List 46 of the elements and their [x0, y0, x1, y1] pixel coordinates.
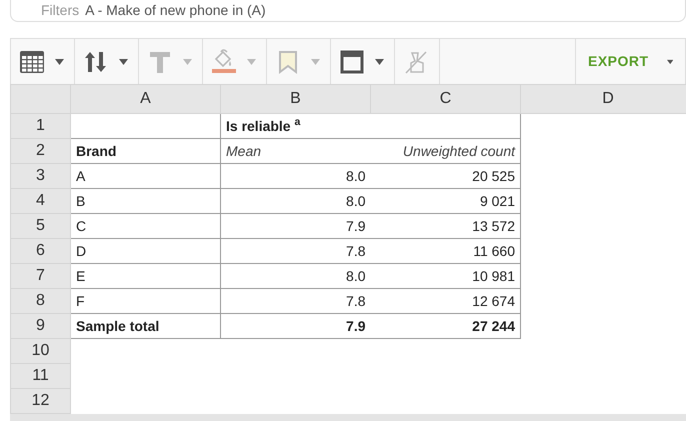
table-cell: A	[70, 164, 220, 188]
column-header[interactable]: A	[70, 84, 220, 114]
table-cell: Brand	[70, 138, 220, 164]
table-cell: 12 674	[370, 288, 520, 314]
column-header[interactable]: D	[520, 84, 686, 114]
fill-color-icon	[211, 48, 237, 74]
table-icon	[19, 48, 45, 74]
caret-icon	[183, 58, 192, 64]
row-number[interactable]: 12	[10, 388, 70, 414]
row-number[interactable]: 11	[10, 364, 70, 388]
caret-icon	[666, 58, 673, 64]
table-cell: 9 021	[370, 188, 520, 214]
column-header[interactable]: B	[220, 84, 370, 114]
table-cell: Unweighted count	[370, 138, 520, 164]
table-cell: E	[70, 264, 220, 288]
caret-icon	[375, 58, 384, 64]
table-cell: 20 525	[370, 164, 520, 188]
border-icon	[339, 48, 365, 74]
row-number[interactable]: 2	[10, 138, 70, 164]
table-cell: Sample total	[70, 314, 220, 338]
table-cell: 27 244	[370, 314, 520, 338]
table-cell: 13 572	[370, 214, 520, 238]
table-cell: 10 981	[370, 264, 520, 288]
caret-icon	[119, 58, 128, 64]
row-number[interactable]: 7	[10, 264, 70, 288]
row-number[interactable]: 9	[10, 314, 70, 338]
table-title: Is reliable $^{a}$	[220, 114, 520, 138]
row-number[interactable]: 8	[10, 288, 70, 314]
caret-icon	[55, 58, 64, 64]
row-number[interactable]: 6	[10, 238, 70, 264]
row-number[interactable]: 1	[10, 114, 70, 138]
row-number[interactable]: 3	[10, 164, 70, 188]
clear-format-icon	[403, 48, 429, 74]
table-cell: B	[70, 188, 220, 214]
row-number[interactable]: 5	[10, 214, 70, 238]
table-cell: F	[70, 288, 220, 314]
caret-icon	[247, 58, 256, 64]
table-cell: D	[70, 238, 220, 264]
caret-icon	[311, 58, 320, 64]
row-number[interactable]: 4	[10, 188, 70, 214]
table-cell: 11 660	[370, 238, 520, 264]
filter-value[interactable]: A - Make of new phone in (A)	[85, 2, 266, 18]
row-number[interactable]: 10	[10, 338, 70, 364]
column-header[interactable]: C	[370, 84, 520, 114]
table-cell: C	[70, 214, 220, 238]
filters-label: Filters	[41, 2, 80, 18]
